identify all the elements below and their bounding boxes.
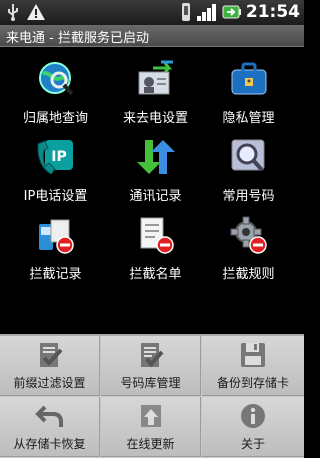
menu-item-online-update[interactable]: 在线更新 [101,397,201,457]
grid-item-common-numbers[interactable]: 常用号码 [198,132,299,210]
grid-item-block-log[interactable]: 拦截记录 [5,210,106,288]
menu-item-about[interactable]: 关于 [202,397,304,457]
app-title-bar: 来电通 - 拦截服务已启动 [0,25,304,47]
floppy-save-icon [241,343,265,367]
clipboard-check-icon [39,343,62,367]
undo-arrow-icon [34,405,63,427]
blocked-rule-gear-icon [230,216,267,254]
grid-item-privacy[interactable]: 隐私管理 [198,54,299,132]
menu-item-backup[interactable]: 备份到存储卡 [202,336,304,396]
grid-item-label: 拦截记录 [29,267,82,282]
privacy-briefcase-icon [231,62,266,95]
info-icon [241,404,265,428]
main-grid: 归属地查询 来去电设置 隐私管理 IP IP电话设置 通讯记录 常用号码 拦截记… [0,54,304,289]
clipboard-list-check-icon [140,343,163,368]
globe-search-icon [38,62,73,96]
status-bar: 21:54 [0,0,304,25]
svg-text:IP: IP [51,149,66,165]
menu-item-restore[interactable]: 从存储卡恢复 [0,397,100,457]
menu-item-label: 从存储卡恢复 [13,437,86,451]
grid-item-label: 通讯记录 [129,189,182,204]
grid-item-location-lookup[interactable]: 归属地查询 [5,54,106,132]
app-title: 来电通 - 拦截服务已启动 [6,31,149,46]
phone-vibrate-icon [181,3,190,21]
grid-item-block-list[interactable]: 拦截名单 [105,210,206,288]
warning-icon [27,4,45,20]
grid-item-label: IP电话设置 [23,189,88,204]
signal-icon [196,4,216,21]
updown-arrows-icon [136,140,175,174]
ip-phone-icon: IP [36,140,73,175]
grid-item-ip-phone[interactable]: IP IP电话设置 [5,132,106,210]
grid-item-label: 隐私管理 [222,111,275,126]
menu-item-prefix-filter[interactable]: 前缀过滤设置 [0,336,100,396]
battery-charging-icon [222,5,241,19]
grid-item-label: 拦截规则 [222,267,275,282]
menu-item-label: 备份到存储卡 [216,376,289,390]
menu-item-number-db[interactable]: 号码库管理 [101,336,201,396]
menu-item-label: 在线更新 [126,437,175,451]
contact-call-settings-icon [138,60,173,95]
usb-icon [8,4,18,21]
menu-item-label: 号码库管理 [120,376,181,390]
grid-item-label: 来去电设置 [122,111,188,126]
menu-item-label: 关于 [240,437,265,451]
grid-item-block-rules[interactable]: 拦截规则 [198,210,299,288]
upload-arrow-icon [140,405,161,427]
grid-item-label: 拦截名单 [129,267,182,282]
grid-item-call-log[interactable]: 通讯记录 [105,132,206,210]
grid-item-label: 常用号码 [222,189,275,204]
options-menu: 前缀过滤设置 号码库管理 备份到存储卡 从存储卡恢复 在线更新 关于 [0,334,304,458]
menu-item-label: 前缀过滤设置 [13,376,86,390]
blocked-list-icon [140,217,174,254]
magnifier-icon [231,139,264,172]
blocked-phone-log-icon [38,219,74,254]
clock: 21:54 [245,2,300,22]
grid-item-call-settings[interactable]: 来去电设置 [105,54,206,132]
grid-item-label: 归属地查询 [22,111,88,126]
